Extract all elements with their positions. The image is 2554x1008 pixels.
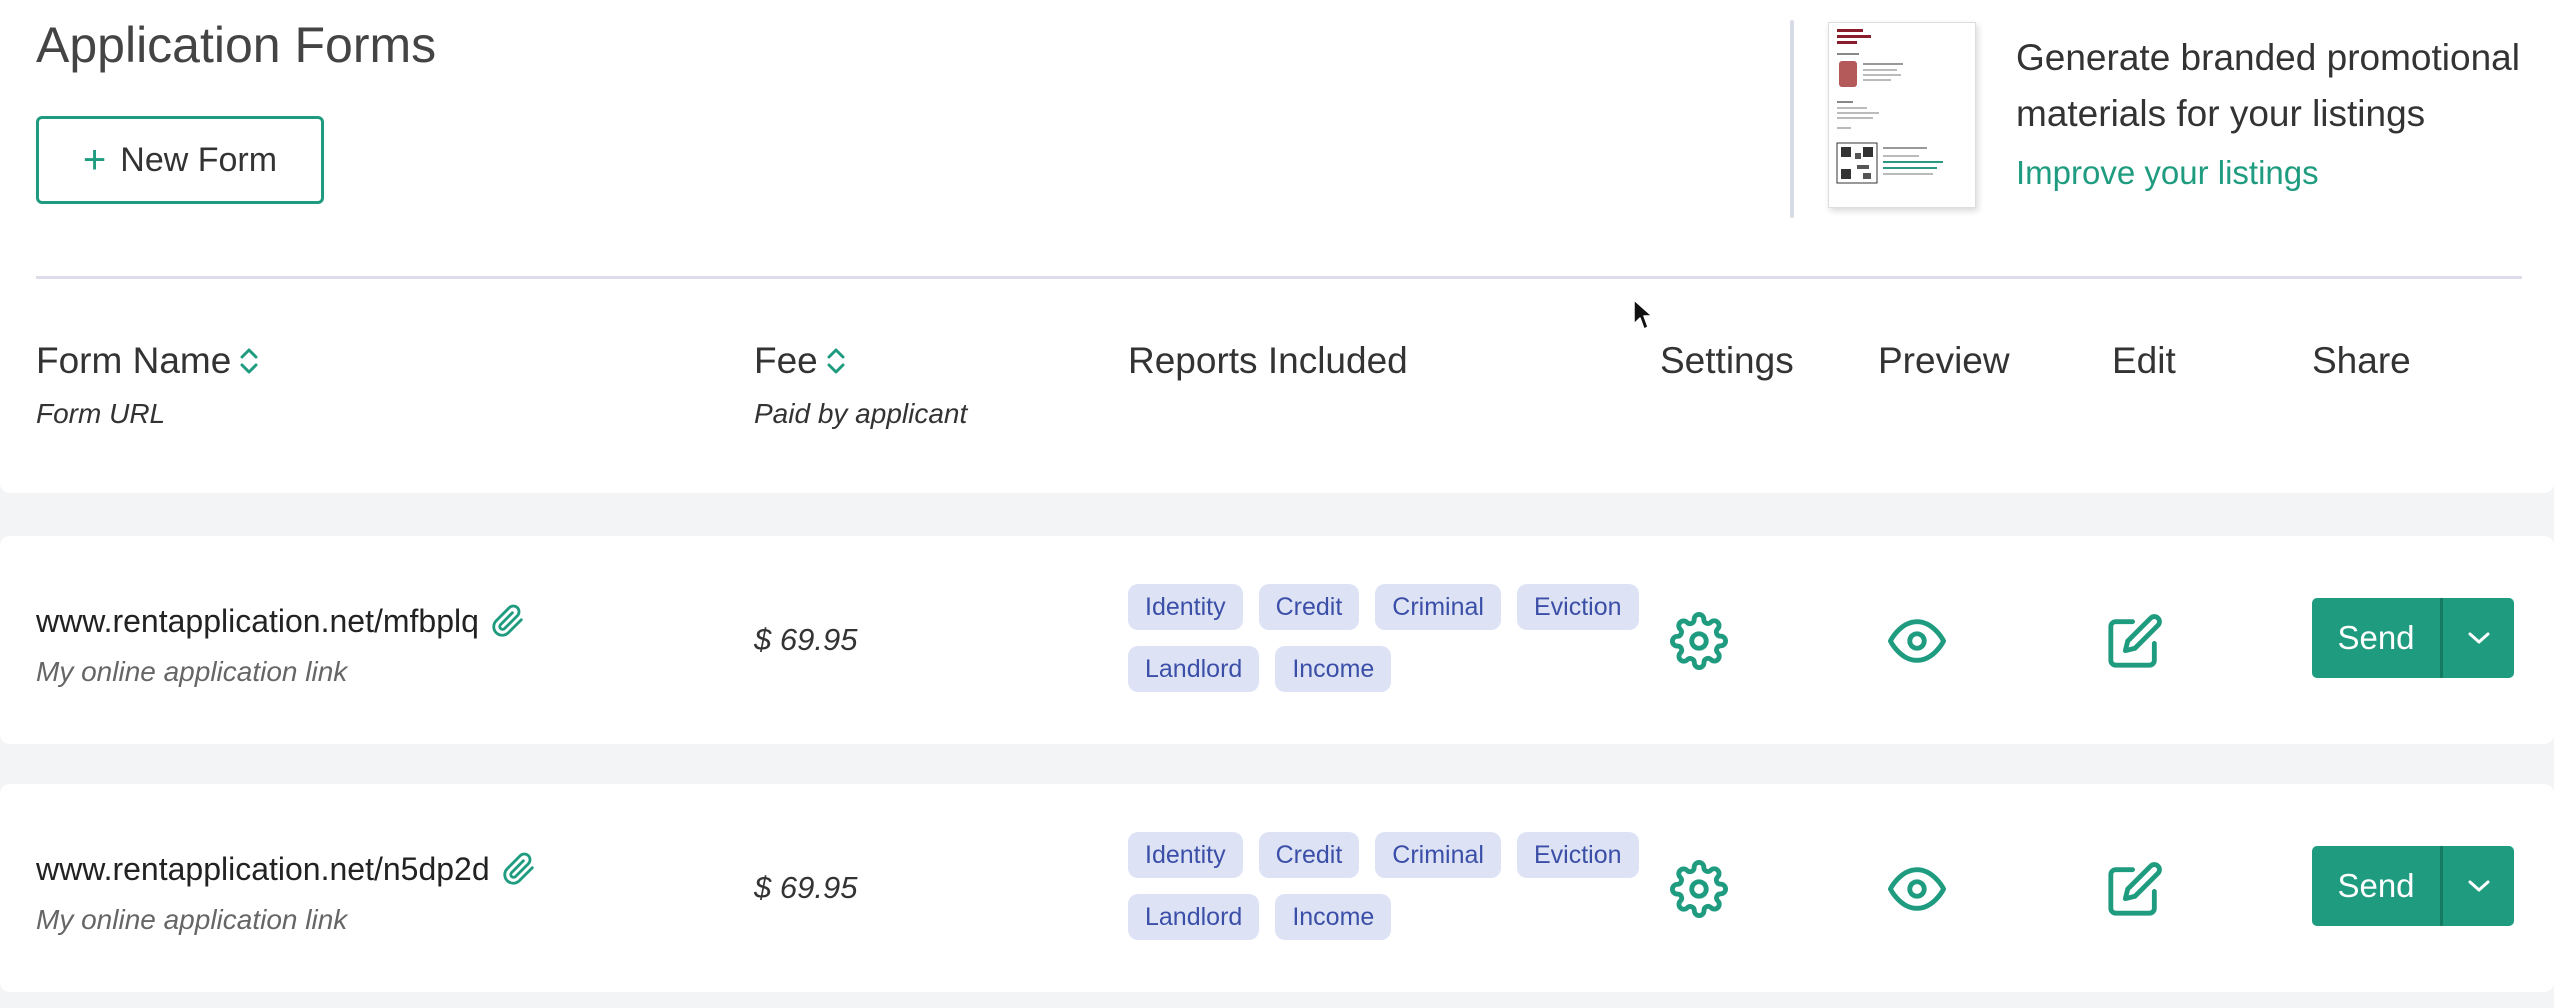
report-tag: Eviction	[1516, 584, 1639, 630]
reports-tags: Identity Credit Criminal Eviction Landlo…	[1128, 832, 1648, 940]
table-row: www.rentapplication.net/mfbplq My online…	[0, 536, 2554, 744]
chevron-down-icon	[2468, 880, 2489, 892]
report-tag: Criminal	[1375, 832, 1501, 878]
form-fee: $ 69.95	[754, 622, 858, 657]
eye-icon[interactable]	[1888, 860, 1946, 918]
send-button-group: Send	[2312, 846, 2514, 926]
promo-divider	[1790, 20, 1794, 218]
report-tag: Credit	[1258, 832, 1360, 878]
column-header-fee[interactable]: Fee	[754, 340, 846, 382]
column-header-settings: Settings	[1660, 340, 1794, 382]
column-header-edit: Edit	[2112, 340, 2176, 382]
report-tag: Identity	[1128, 584, 1243, 630]
column-sub-fee: Paid by applicant	[754, 398, 968, 429]
send-options-button[interactable]	[2440, 846, 2514, 926]
gear-icon[interactable]	[1670, 612, 1728, 670]
mouse-cursor-icon	[1633, 299, 1653, 330]
send-button[interactable]: Send	[2312, 846, 2440, 926]
column-label-form-name: Form Name	[36, 340, 232, 381]
send-button[interactable]: Send	[2312, 598, 2440, 678]
report-tag: Landlord	[1128, 646, 1260, 692]
column-label-fee: Fee	[754, 340, 818, 381]
form-description: My online application link	[36, 904, 348, 935]
improve-listings-link[interactable]: Improve your listings	[2016, 154, 2319, 192]
column-label-settings: Settings	[1660, 340, 1794, 381]
send-options-button[interactable]	[2440, 598, 2514, 678]
column-label-reports: Reports Included	[1128, 340, 1408, 381]
promo-flyer-thumbnail[interactable]	[1828, 22, 1976, 208]
edit-icon[interactable]	[2106, 860, 2164, 918]
report-tag: Criminal	[1375, 584, 1501, 630]
form-fee: $ 69.95	[754, 870, 858, 905]
send-button-group: Send	[2312, 598, 2514, 678]
promo-text: Generate branded promotional materials f…	[2016, 37, 2520, 134]
new-form-button[interactable]: + New Form	[36, 116, 324, 204]
report-tag: Income	[1275, 646, 1392, 692]
column-label-preview: Preview	[1878, 340, 2010, 381]
column-label-share: Share	[2312, 340, 2411, 381]
edit-icon[interactable]	[2106, 612, 2164, 670]
column-header-form-name[interactable]: Form Name	[36, 340, 259, 382]
column-header-preview: Preview	[1878, 340, 2010, 382]
column-header-reports: Reports Included	[1128, 340, 1408, 382]
header-divider	[36, 276, 2522, 279]
report-tag: Landlord	[1128, 894, 1260, 940]
form-description: My online application link	[36, 656, 348, 687]
paperclip-icon[interactable]	[502, 850, 536, 888]
form-url-text[interactable]: www.rentapplication.net/n5dp2d	[36, 851, 490, 888]
paperclip-icon[interactable]	[491, 602, 525, 640]
sort-icon[interactable]	[239, 344, 259, 378]
form-url-text[interactable]: www.rentapplication.net/mfbplq	[36, 603, 479, 640]
column-sub-form-url: Form URL	[36, 398, 166, 429]
sort-icon[interactable]	[826, 344, 846, 378]
form-url[interactable]: www.rentapplication.net/mfbplq	[36, 602, 525, 640]
eye-icon[interactable]	[1888, 612, 1946, 670]
column-label-edit: Edit	[2112, 340, 2176, 381]
page-title: Application Forms	[36, 17, 437, 73]
report-tag: Eviction	[1516, 832, 1639, 878]
report-tag: Credit	[1258, 584, 1360, 630]
gear-icon[interactable]	[1670, 860, 1728, 918]
chevron-down-icon	[2468, 632, 2489, 644]
column-header-share: Share	[2312, 340, 2411, 382]
reports-tags: Identity Credit Criminal Eviction Landlo…	[1128, 584, 1648, 692]
header-panel: Application Forms + New Form Generate br…	[0, 0, 2554, 493]
form-url[interactable]: www.rentapplication.net/n5dp2d	[36, 850, 536, 888]
report-tag: Income	[1275, 894, 1392, 940]
report-tag: Identity	[1128, 832, 1243, 878]
new-form-label: New Form	[120, 140, 278, 179]
table-row: www.rentapplication.net/n5dp2d My online…	[0, 784, 2554, 992]
plus-icon: +	[82, 138, 107, 182]
